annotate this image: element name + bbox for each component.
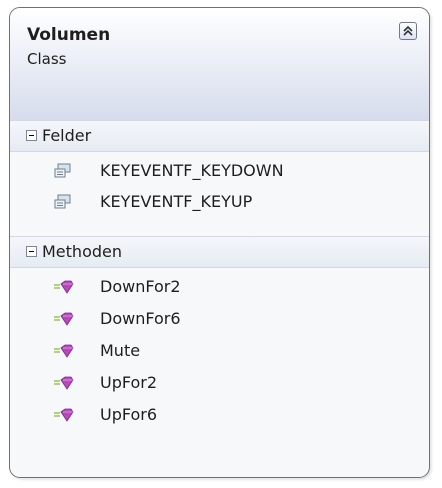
method-name: UpFor2 [100,373,158,392]
field-name: KEYEVENTF_KEYUP [100,192,253,211]
field-icon [54,194,71,209]
class-shape[interactable]: Volumen Class Felder KEYEVENTF_KEYDOWN K… [9,7,430,478]
section-title: Felder [42,126,92,145]
section-header-felder[interactable]: Felder [10,120,429,152]
method-item[interactable]: UpFor6 [10,400,429,430]
method-item[interactable]: UpFor2 [10,368,429,398]
class-header: Volumen Class [10,8,429,121]
section-header-methoden[interactable]: Methoden [10,236,429,268]
class-kind: Class [27,50,67,68]
method-icon [54,344,74,358]
method-icon [54,376,74,390]
collapse-button[interactable] [399,22,417,40]
section-title: Methoden [42,242,122,261]
field-name: KEYEVENTF_KEYDOWN [100,161,284,180]
method-icon [54,408,74,422]
field-icon [54,163,71,178]
method-icon [54,312,74,326]
collapse-toggle-icon[interactable] [26,246,37,257]
method-item[interactable]: DownFor6 [10,304,429,334]
method-icon [54,280,74,294]
method-name: DownFor2 [100,277,181,296]
method-name: Mute [100,341,141,360]
method-item[interactable]: DownFor2 [10,272,429,302]
method-name: DownFor6 [100,309,181,328]
collapse-toggle-icon[interactable] [26,130,37,141]
method-name: UpFor6 [100,405,158,424]
class-name: Volumen [27,25,111,45]
field-item[interactable]: KEYEVENTF_KEYUP [10,187,429,217]
method-item[interactable]: Mute [10,336,429,366]
double-chevron-up-icon [403,25,413,36]
field-item[interactable]: KEYEVENTF_KEYDOWN [10,156,429,186]
